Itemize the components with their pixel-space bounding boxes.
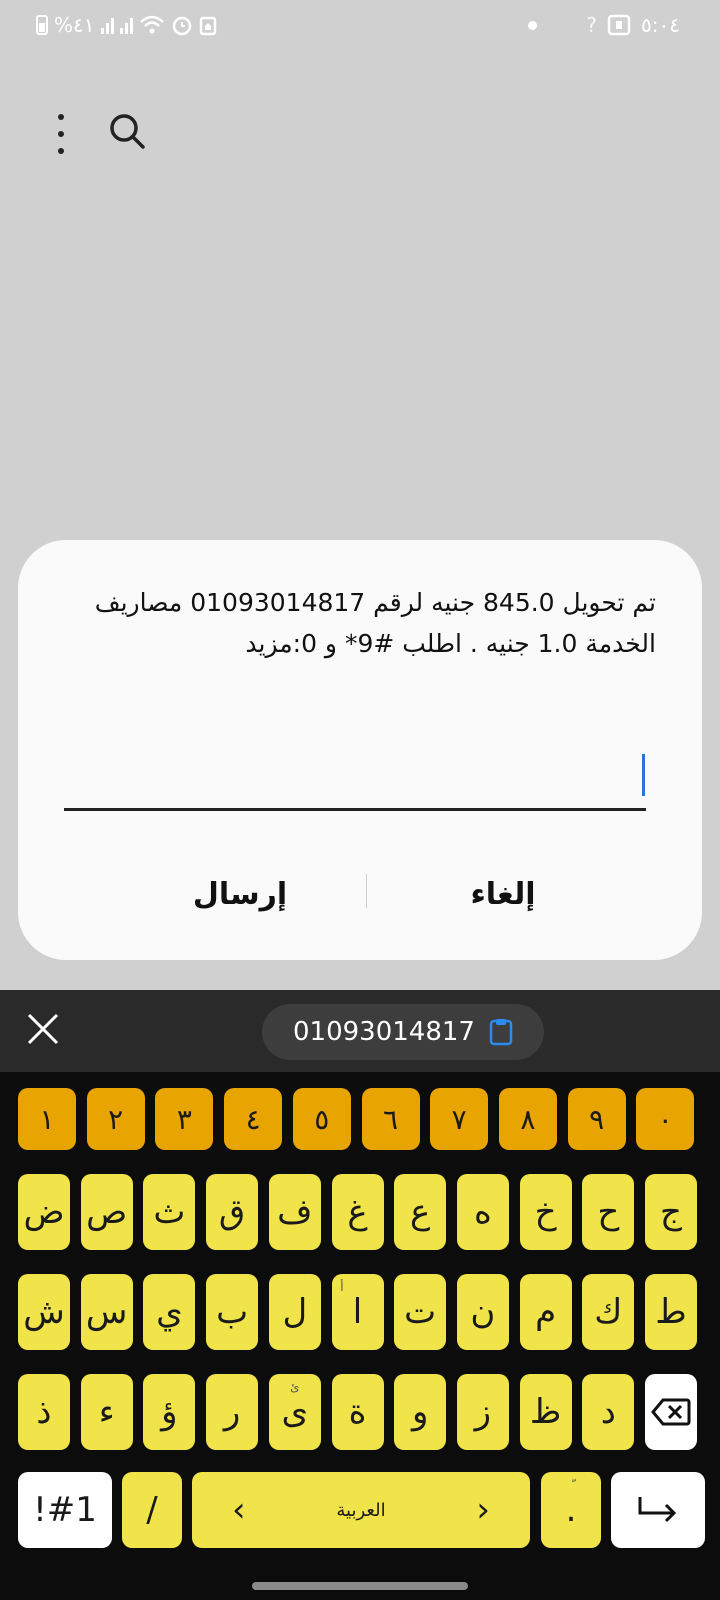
clipboard-chip[interactable]: 01093014817 — [262, 1004, 544, 1060]
close-icon[interactable] — [26, 1012, 60, 1046]
letter-key[interactable]: ل — [268, 1274, 321, 1350]
battery-percent: %٤١ — [54, 13, 95, 37]
letter-key[interactable]: غ — [331, 1174, 384, 1250]
space-arrow-right: › — [476, 1490, 490, 1530]
number-key[interactable]: ٥ — [292, 1088, 351, 1150]
number-key[interactable]: ٤ — [224, 1088, 283, 1150]
letter-key[interactable]: م — [519, 1274, 572, 1350]
home-lock-icon — [199, 16, 216, 36]
wifi-icon — [139, 15, 164, 34]
letter-key[interactable]: ب — [206, 1274, 259, 1350]
signal-icon — [100, 16, 114, 34]
period-key[interactable]: ّ. — [541, 1472, 601, 1548]
key-hint: أ — [340, 1280, 344, 1294]
letter-key[interactable]: ع — [394, 1174, 447, 1250]
navigation-handle[interactable] — [252, 1582, 468, 1590]
number-key[interactable]: ٧ — [430, 1088, 489, 1150]
letter-key[interactable]: د — [582, 1374, 635, 1450]
letter-key[interactable]: و — [394, 1374, 447, 1450]
letter-key[interactable]: ز — [456, 1374, 509, 1450]
slash-key[interactable]: / — [122, 1472, 182, 1548]
battery-icon — [36, 15, 48, 35]
letter-key[interactable]: ك — [582, 1274, 635, 1350]
letter-key[interactable]: ج — [645, 1174, 697, 1250]
number-key[interactable]: ٠ — [636, 1088, 695, 1150]
number-key[interactable]: ١ — [18, 1088, 76, 1150]
reply-input[interactable] — [64, 808, 646, 811]
letter-key[interactable]: ن — [456, 1274, 509, 1350]
letter-key[interactable]: ص — [80, 1174, 133, 1250]
letter-key[interactable]: ؤ — [143, 1374, 196, 1450]
letter-key[interactable]: ف — [268, 1174, 321, 1250]
status-bar-left: %٤١ — [36, 12, 217, 38]
letter-key[interactable]: ذ — [18, 1374, 70, 1450]
more-options-button[interactable] — [54, 114, 68, 154]
enter-key[interactable] — [611, 1472, 705, 1548]
send-button[interactable]: إرسال — [114, 864, 366, 924]
clipboard-chip-text: 01093014817 — [293, 1017, 475, 1047]
ussd-dialog: تم تحويل 845.0 جنيه لرقم 01093014817 مصا… — [18, 540, 702, 960]
letter-key[interactable]: ة — [331, 1374, 384, 1450]
letter-key[interactable]: ق — [206, 1174, 259, 1250]
letter-key[interactable]: ط — [645, 1274, 697, 1350]
letter-key[interactable]: ش — [18, 1274, 70, 1350]
number-key[interactable]: ٢ — [86, 1088, 145, 1150]
space-arrow-left: ‹ — [232, 1490, 246, 1530]
letter-key[interactable]: ىئ — [268, 1374, 321, 1450]
number-key[interactable]: ٨ — [498, 1088, 557, 1150]
symbols-key[interactable]: !#1 — [18, 1472, 112, 1548]
search-icon[interactable] — [108, 112, 148, 152]
notification-dot — [528, 21, 537, 30]
letter-key[interactable]: اأ — [331, 1274, 384, 1350]
letter-key[interactable]: س — [80, 1274, 133, 1350]
letter-key[interactable]: ء — [80, 1374, 133, 1450]
letter-key[interactable]: ض — [18, 1174, 70, 1250]
letter-key[interactable]: ظ — [519, 1374, 572, 1450]
dialog-message: تم تحويل 845.0 جنيه لرقم 01093014817 مصا… — [94, 588, 656, 658]
letter-key[interactable]: خ — [519, 1174, 572, 1250]
space-label: العربية — [336, 1499, 386, 1521]
text-cursor — [642, 754, 645, 796]
clipboard-icon — [489, 1019, 513, 1046]
backspace-key[interactable] — [645, 1374, 697, 1450]
enter-icon — [638, 1497, 677, 1523]
clock: ٥:٠٤ — [641, 13, 680, 37]
cancel-button[interactable]: إلغاء — [367, 864, 639, 924]
card-icon — [607, 14, 631, 36]
signal-icon-2 — [119, 16, 133, 34]
number-key[interactable]: ٣ — [155, 1088, 214, 1150]
letter-key[interactable]: ر — [206, 1374, 259, 1450]
space-key[interactable]: ‹ العربية › — [192, 1472, 530, 1548]
no-signal-icon: ? — [586, 13, 598, 37]
period-label: . — [565, 1490, 577, 1530]
number-key[interactable]: ٩ — [567, 1088, 626, 1150]
letter-key[interactable]: ت — [394, 1274, 447, 1350]
letter-key[interactable]: ه — [456, 1174, 509, 1250]
status-bar-right: ? ٥:٠٤ — [586, 12, 680, 38]
letter-key[interactable]: ي — [143, 1274, 196, 1350]
number-key[interactable]: ٦ — [361, 1088, 420, 1150]
alarm-icon — [172, 16, 191, 36]
backspace-icon — [651, 1398, 691, 1426]
letter-key[interactable]: ح — [582, 1174, 635, 1250]
key-hint: ئ — [290, 1380, 300, 1394]
letter-key[interactable]: ث — [143, 1174, 196, 1250]
